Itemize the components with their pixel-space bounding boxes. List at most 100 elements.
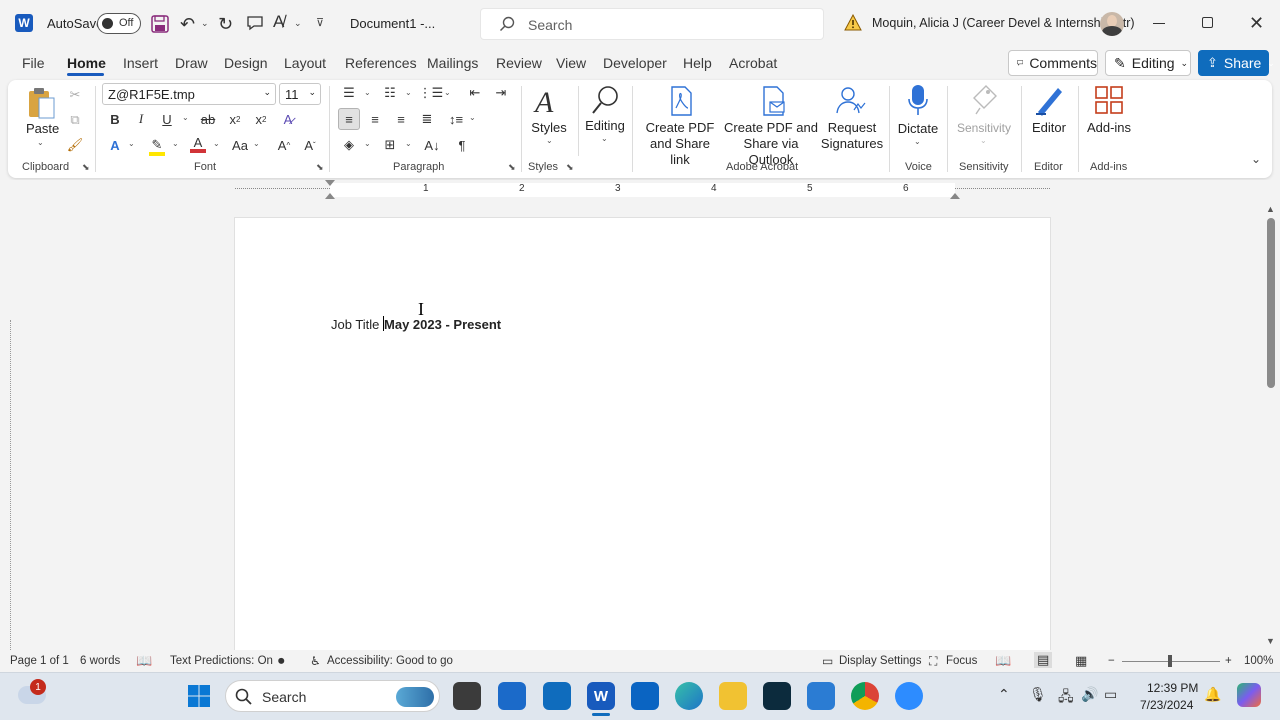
create-pdf-outlook-icon[interactable]: [760, 86, 788, 116]
redo-icon[interactable]: ↻: [218, 14, 233, 35]
focus-icon[interactable]: ⛶: [929, 654, 937, 669]
shading-icon[interactable]: ◈: [338, 134, 360, 156]
increase-indent-icon[interactable]: ⇥: [490, 82, 512, 104]
tab-help[interactable]: Help: [683, 55, 712, 71]
tab-design[interactable]: Design: [224, 55, 268, 71]
chrome-icon[interactable]: [851, 682, 879, 710]
tab-file[interactable]: File: [22, 55, 45, 71]
defender-icon[interactable]: [807, 682, 835, 710]
copilot-icon[interactable]: [1237, 683, 1261, 707]
zoom-icon[interactable]: [895, 682, 923, 710]
create-pdf-link-icon[interactable]: [668, 86, 694, 116]
document-title[interactable]: Document1 -...: [350, 16, 435, 31]
addins-label[interactable]: Add-ins: [1084, 120, 1134, 136]
align-right-icon[interactable]: ≡: [390, 108, 412, 130]
webex-icon[interactable]: [763, 682, 791, 710]
zoom-level[interactable]: 100%: [1244, 655, 1273, 667]
customize-qat-icon[interactable]: ⊽: [316, 16, 324, 29]
multilevel-dropdown-icon[interactable]: ⌄: [444, 88, 451, 97]
volume-icon[interactable]: 🔊: [1081, 686, 1098, 703]
tab-developer[interactable]: Developer: [603, 55, 667, 71]
change-case-icon[interactable]: Aa: [229, 134, 251, 156]
tab-layout[interactable]: Layout: [284, 55, 326, 71]
request-signatures-icon[interactable]: [834, 86, 868, 116]
cut-icon[interactable]: ✂: [64, 84, 86, 106]
request-signatures-label-1[interactable]: Request: [823, 120, 881, 136]
tab-references[interactable]: References: [345, 55, 417, 71]
date-range-text[interactable]: May 2023 - Present: [384, 317, 501, 332]
user-avatar[interactable]: [1100, 12, 1124, 36]
borders-icon[interactable]: ⊞: [379, 134, 401, 156]
page-count[interactable]: Page 1 of 1: [10, 655, 69, 667]
paste-label[interactable]: Paste: [26, 121, 59, 137]
share-button[interactable]: ⇪ Share ⌄: [1198, 50, 1275, 76]
bullets-dropdown-icon[interactable]: ⌄: [364, 88, 371, 97]
borders-dropdown-icon[interactable]: ⌄: [405, 139, 412, 148]
tab-draw[interactable]: Draw: [175, 55, 208, 71]
web-layout-icon[interactable]: ▦: [1075, 653, 1087, 669]
request-signatures-label-2[interactable]: Signatures: [818, 136, 886, 152]
chevron-up-icon[interactable]: ⌃: [998, 686, 1010, 703]
clock-date[interactable]: 7/23/2024: [1140, 698, 1193, 712]
word-count[interactable]: 6 words: [80, 655, 120, 667]
copy-icon[interactable]: ⧉: [64, 109, 86, 131]
battery-icon[interactable]: ▭: [1104, 686, 1117, 703]
autosave-toggle[interactable]: Off: [97, 13, 141, 34]
horizontal-ruler[interactable]: 1 2 3 4 5 6: [0, 180, 1280, 200]
outlook-icon[interactable]: [631, 682, 659, 710]
create-pdf-link-label-1[interactable]: Create PDF: [639, 120, 721, 136]
indent-marker[interactable]: [325, 180, 335, 186]
font-name-combo[interactable]: Z@R1F5E.tmp ⌄: [102, 83, 276, 105]
microphone-icon[interactable]: [907, 84, 929, 118]
change-case-dropdown-icon[interactable]: ⌄: [253, 139, 260, 148]
edge-icon[interactable]: [675, 682, 703, 710]
clear-formatting-icon[interactable]: A̷: [277, 108, 299, 130]
text-effects-dropdown-icon[interactable]: ⌄: [128, 139, 135, 148]
bullets-icon[interactable]: ☰: [338, 82, 360, 104]
zoom-in-icon[interactable]: +: [1225, 655, 1232, 667]
macro-recording-icon[interactable]: ⏺: [278, 653, 285, 669]
start-icon[interactable]: [187, 684, 211, 708]
task-view-icon[interactable]: [453, 682, 481, 710]
subscript-icon[interactable]: x2: [224, 108, 246, 130]
proofing-icon[interactable]: 📖: [136, 653, 152, 669]
comment-icon[interactable]: [246, 15, 264, 31]
styles-dropdown-icon[interactable]: ⌄: [546, 136, 553, 145]
underline-dropdown-icon[interactable]: ⌄: [182, 113, 189, 122]
taskbar-search[interactable]: Search: [225, 680, 440, 712]
save-icon[interactable]: [151, 15, 169, 33]
shrink-font-icon[interactable]: Aˇ: [299, 134, 321, 156]
tab-insert[interactable]: Insert: [123, 55, 158, 71]
create-pdf-link-label-2[interactable]: and Share link: [639, 136, 721, 168]
shading-dropdown-icon[interactable]: ⌄: [364, 139, 371, 148]
sort-icon[interactable]: A↓: [421, 134, 443, 156]
format-painter-icon[interactable]: 🖌: [64, 134, 86, 156]
scroll-down-icon[interactable]: ▼: [1266, 636, 1275, 646]
strikethrough-icon[interactable]: ab: [197, 108, 219, 130]
editing-dropdown-icon[interactable]: ⌄: [601, 134, 608, 143]
zoom-slider-thumb[interactable]: [1168, 655, 1172, 667]
indent-marker[interactable]: [325, 193, 335, 199]
editing-label[interactable]: Editing: [583, 118, 627, 134]
collapse-ribbon-icon[interactable]: ⌄: [1251, 152, 1261, 166]
scroll-up-icon[interactable]: ▲: [1266, 204, 1275, 214]
tab-acrobat[interactable]: Acrobat: [729, 55, 777, 71]
numbering-icon[interactable]: ☷: [379, 82, 401, 104]
comments-button[interactable]: Comments: [1008, 50, 1098, 76]
highlight-dropdown-icon[interactable]: ⌄: [172, 139, 179, 148]
multilevel-list-icon[interactable]: ⋮☰: [419, 82, 444, 104]
network-icon[interactable]: 🖧: [1058, 686, 1074, 710]
editor-icon[interactable]: [1032, 84, 1066, 118]
editing-mode-button[interactable]: ✎ Editing ⌄: [1105, 50, 1191, 76]
editor-label[interactable]: Editor: [1027, 120, 1071, 136]
font-size-combo[interactable]: 11 ⌄: [279, 83, 321, 105]
align-center-icon[interactable]: ≡: [364, 108, 386, 130]
undo-icon[interactable]: ↶: [180, 14, 195, 35]
user-name[interactable]: Moquin, Alicia J (Career Devel & Interns…: [872, 16, 1135, 30]
display-settings-icon[interactable]: ▭: [822, 654, 833, 668]
notification-bell-icon[interactable]: 🔔: [1204, 686, 1221, 703]
tab-mailings[interactable]: Mailings: [427, 55, 478, 71]
restore-icon[interactable]: [1202, 17, 1213, 28]
font-color-dropdown-icon[interactable]: ⌄: [213, 139, 220, 148]
tab-view[interactable]: View: [556, 55, 586, 71]
